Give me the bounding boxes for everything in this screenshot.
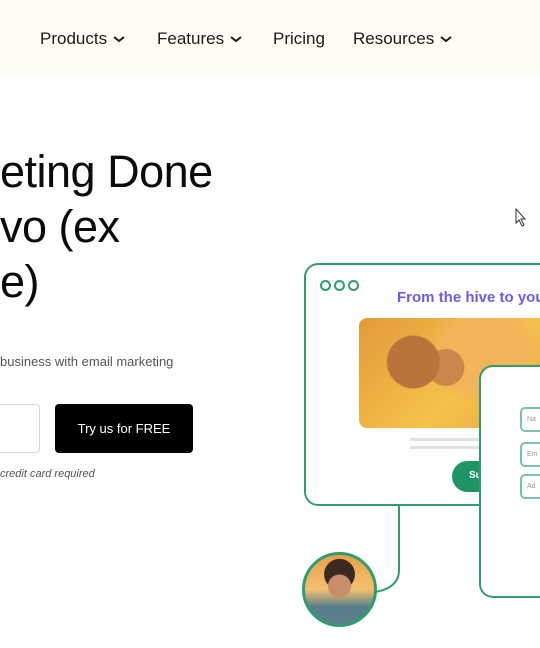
window-dot-icon: [348, 280, 359, 291]
avatar: [302, 552, 377, 627]
address-field: Ad: [520, 474, 540, 499]
email-preview-title: From the hive to you: [397, 289, 540, 306]
name-field: Na: [520, 407, 540, 432]
mouse-cursor-icon: [515, 208, 527, 227]
window-dot-icon: [320, 280, 331, 291]
email-field: Em: [520, 442, 540, 467]
window-dot-icon: [334, 280, 345, 291]
